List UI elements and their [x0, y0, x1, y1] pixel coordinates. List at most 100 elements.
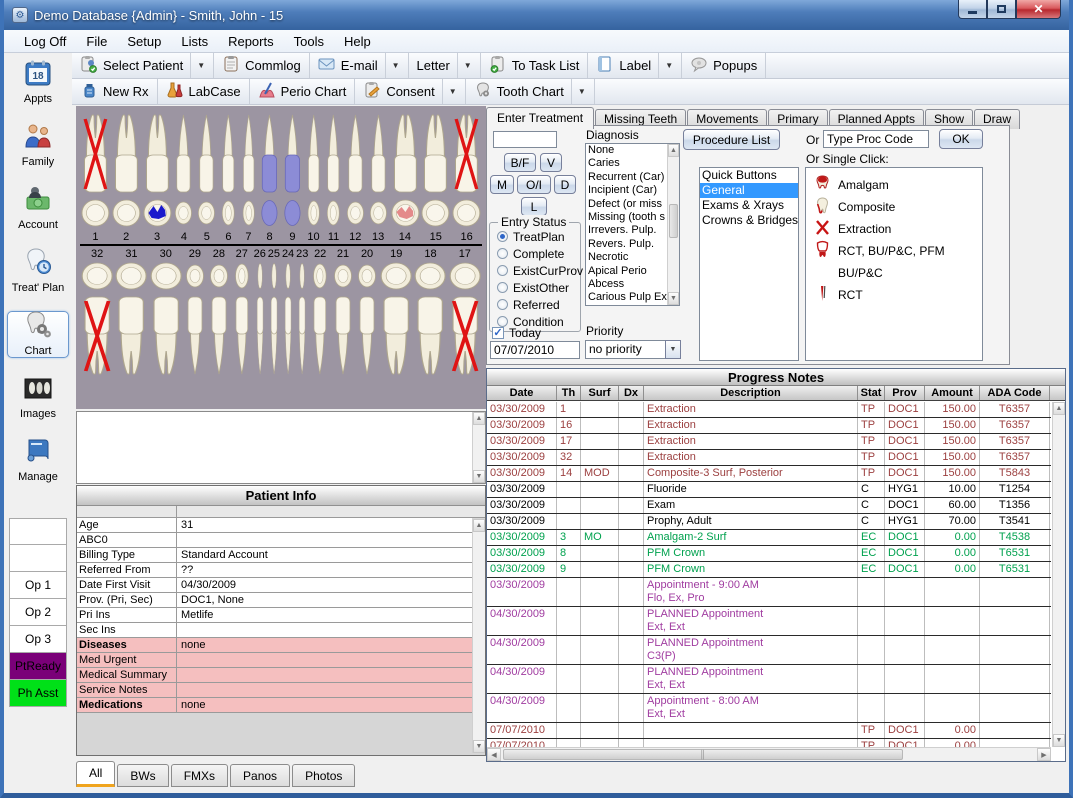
- tooth-number-17[interactable]: 17: [448, 247, 482, 260]
- tooth-facial-11[interactable]: [323, 111, 344, 197]
- tooth-facial-6[interactable]: [218, 111, 239, 197]
- tooth-occlusal-15[interactable]: [420, 197, 451, 230]
- tooth-occlusal-22[interactable]: [309, 260, 331, 293]
- menu-item-lists[interactable]: Lists: [171, 31, 218, 52]
- table-row[interactable]: 03/30/2009Prophy, AdultCHYG170.00T3541: [487, 514, 1051, 530]
- tooth-number-2[interactable]: 2: [111, 230, 142, 243]
- table-row[interactable]: 07/07/2010TPDOC10.00: [487, 723, 1051, 739]
- column-header-surf[interactable]: Surf: [581, 386, 619, 400]
- single-click-rct-bu-p-c-pfm[interactable]: RCT, BU/P&C, PFM: [806, 240, 982, 262]
- tooth-occlusal-27[interactable]: [231, 260, 253, 293]
- quick-button-quick-buttons[interactable]: Quick Buttons: [700, 168, 798, 183]
- scroll-thumb[interactable]: ║: [503, 749, 903, 760]
- tooth-facial-30[interactable]: [149, 293, 183, 379]
- operatory-cell-op-2[interactable]: Op 2: [9, 599, 67, 626]
- tooth-facial-28[interactable]: [207, 293, 231, 379]
- maximize-button[interactable]: [987, 0, 1016, 19]
- menu-item-log-off[interactable]: Log Off: [14, 31, 76, 52]
- tooth-number-4[interactable]: 4: [172, 230, 195, 243]
- tooth-number-28[interactable]: 28: [207, 247, 231, 260]
- tooth-occlusal-1[interactable]: [80, 197, 111, 230]
- table-row[interactable]: 03/30/20091ExtractionTPDOC1150.00T6357: [487, 402, 1051, 418]
- chevron-down-icon[interactable]: ▼: [658, 53, 673, 78]
- column-header-date[interactable]: Date: [487, 386, 557, 400]
- title-bar[interactable]: ⚙ Demo Database {Admin} - Smith, John - …: [4, 0, 1069, 30]
- tooth-facial-4[interactable]: [172, 111, 195, 197]
- scroll-down-icon[interactable]: ▼: [473, 470, 485, 483]
- diagnosis-option-incipient-car[interactable]: Incipient (Car): [586, 184, 667, 197]
- tooth-number-32[interactable]: 32: [80, 247, 114, 260]
- table-row[interactable]: 03/30/2009FluorideCHYG110.00T1254: [487, 482, 1051, 498]
- operatory-cell-empty-1[interactable]: [9, 545, 67, 572]
- toolbar-button-new-rx[interactable]: New Rx: [72, 79, 158, 104]
- quick-button-crowns-bridges[interactable]: Crowns & Bridges: [700, 213, 798, 228]
- tooth-number-23[interactable]: 23: [295, 247, 309, 260]
- diagnosis-option-missing-tooth-s[interactable]: Missing (tooth s: [586, 211, 667, 224]
- tooth-occlusal-23[interactable]: [295, 260, 309, 293]
- diagnosis-option-caries[interactable]: Caries: [586, 157, 667, 170]
- radio-complete[interactable]: Complete: [490, 245, 580, 262]
- procedure-date-input[interactable]: [490, 341, 580, 359]
- tooth-occlusal-5[interactable]: [195, 197, 218, 230]
- tooth-number-6[interactable]: 6: [218, 230, 239, 243]
- scroll-up-icon[interactable]: ▲: [473, 519, 485, 532]
- sidebar-module-appts[interactable]: 18Appts: [7, 59, 69, 106]
- image-tab-bws[interactable]: BWs: [117, 764, 168, 787]
- proc-code-input[interactable]: [823, 130, 929, 148]
- tooth-number-26[interactable]: 26: [253, 247, 267, 260]
- table-row[interactable]: 03/30/20099PFM CrownECDOC10.00T6531: [487, 562, 1051, 578]
- tooth-number-8[interactable]: 8: [258, 230, 281, 243]
- toolbar-button-labcase[interactable]: LabCase: [158, 79, 250, 104]
- table-row[interactable]: 03/30/2009ExamCDOC160.00T1356: [487, 498, 1051, 514]
- tooth-occlusal-26[interactable]: [253, 260, 267, 293]
- quick-buttons-listbox[interactable]: Quick ButtonsGeneralExams & XraysCrowns …: [699, 167, 799, 361]
- diagnosis-option-defect-or-miss[interactable]: Defect (or miss: [586, 198, 667, 211]
- operatory-cell-empty-0[interactable]: [9, 518, 67, 545]
- table-row[interactable]: 03/30/200914MODComposite-3 Surf, Posteri…: [487, 466, 1051, 482]
- tab-enter-treatment[interactable]: Enter Treatment: [486, 107, 594, 129]
- column-header-stat[interactable]: Stat: [858, 386, 885, 400]
- scroll-down-icon[interactable]: ▼: [1053, 734, 1065, 747]
- menu-item-setup[interactable]: Setup: [117, 31, 171, 52]
- diagnosis-option-necrotic[interactable]: Necrotic: [586, 251, 667, 264]
- scroll-up-icon[interactable]: ▲: [1053, 402, 1065, 415]
- tooth-occlusal-9[interactable]: [281, 197, 304, 230]
- column-header-amount[interactable]: Amount: [925, 386, 980, 400]
- status-cell-ptready[interactable]: PtReady: [9, 653, 67, 680]
- diagnosis-option-apical-perio[interactable]: Apical Perio: [586, 265, 667, 278]
- sidebar-module-chart[interactable]: Chart: [7, 311, 69, 358]
- tooth-facial-26[interactable]: [253, 293, 267, 379]
- tooth-number-14[interactable]: 14: [390, 230, 421, 243]
- tooth-occlusal-16[interactable]: [451, 197, 482, 230]
- tooth-number-27[interactable]: 27: [231, 247, 253, 260]
- surface-button-d[interactable]: D: [554, 175, 576, 194]
- tooth-occlusal-21[interactable]: [331, 260, 355, 293]
- toolbar-button-letter[interactable]: Letter▼: [409, 53, 481, 78]
- table-row[interactable]: 03/30/200932ExtractionTPDOC1150.00T6357: [487, 450, 1051, 466]
- tooth-number-25[interactable]: 25: [267, 247, 281, 260]
- progress-notes-vscrollbar[interactable]: ▲ ▼: [1052, 402, 1065, 747]
- tooth-occlusal-10[interactable]: [304, 197, 323, 230]
- operatory-cell-op-3[interactable]: Op 3: [9, 626, 67, 653]
- tooth-facial-3[interactable]: [142, 111, 173, 197]
- tooth-occlusal-3[interactable]: [142, 197, 173, 230]
- tooth-occlusal-25[interactable]: [267, 260, 281, 293]
- tooth-occlusal-12[interactable]: [344, 197, 367, 230]
- tooth-facial-1[interactable]: [80, 111, 111, 197]
- patient-info-scrollbar[interactable]: ▲ ▼: [472, 519, 485, 753]
- tooth-facial-9[interactable]: [281, 111, 304, 197]
- table-row[interactable]: 03/30/2009Appointment - 9:00 AMFlo, Ex, …: [487, 578, 1051, 607]
- toolbar-button-tooth-chart[interactable]: Tooth Chart▼: [466, 79, 595, 104]
- tooth-number-22[interactable]: 22: [309, 247, 331, 260]
- image-tab-photos[interactable]: Photos: [292, 764, 355, 787]
- tooth-occlusal-20[interactable]: [355, 260, 379, 293]
- radio-referred[interactable]: Referred: [490, 296, 580, 313]
- toolbar-button-to-task-list[interactable]: To Task List: [481, 53, 589, 78]
- toolbar-button-commlog[interactable]: Commlog: [214, 53, 310, 78]
- toolbar-button-consent[interactable]: Consent▼: [355, 79, 465, 104]
- diagnosis-option-revers-pulp[interactable]: Revers. Pulp.: [586, 238, 667, 251]
- tooth-facial-18[interactable]: [413, 293, 447, 379]
- tooth-occlusal-13[interactable]: [367, 197, 390, 230]
- diagnosis-option-none[interactable]: None: [586, 144, 667, 157]
- diagnosis-option-abcess[interactable]: Abcess: [586, 278, 667, 291]
